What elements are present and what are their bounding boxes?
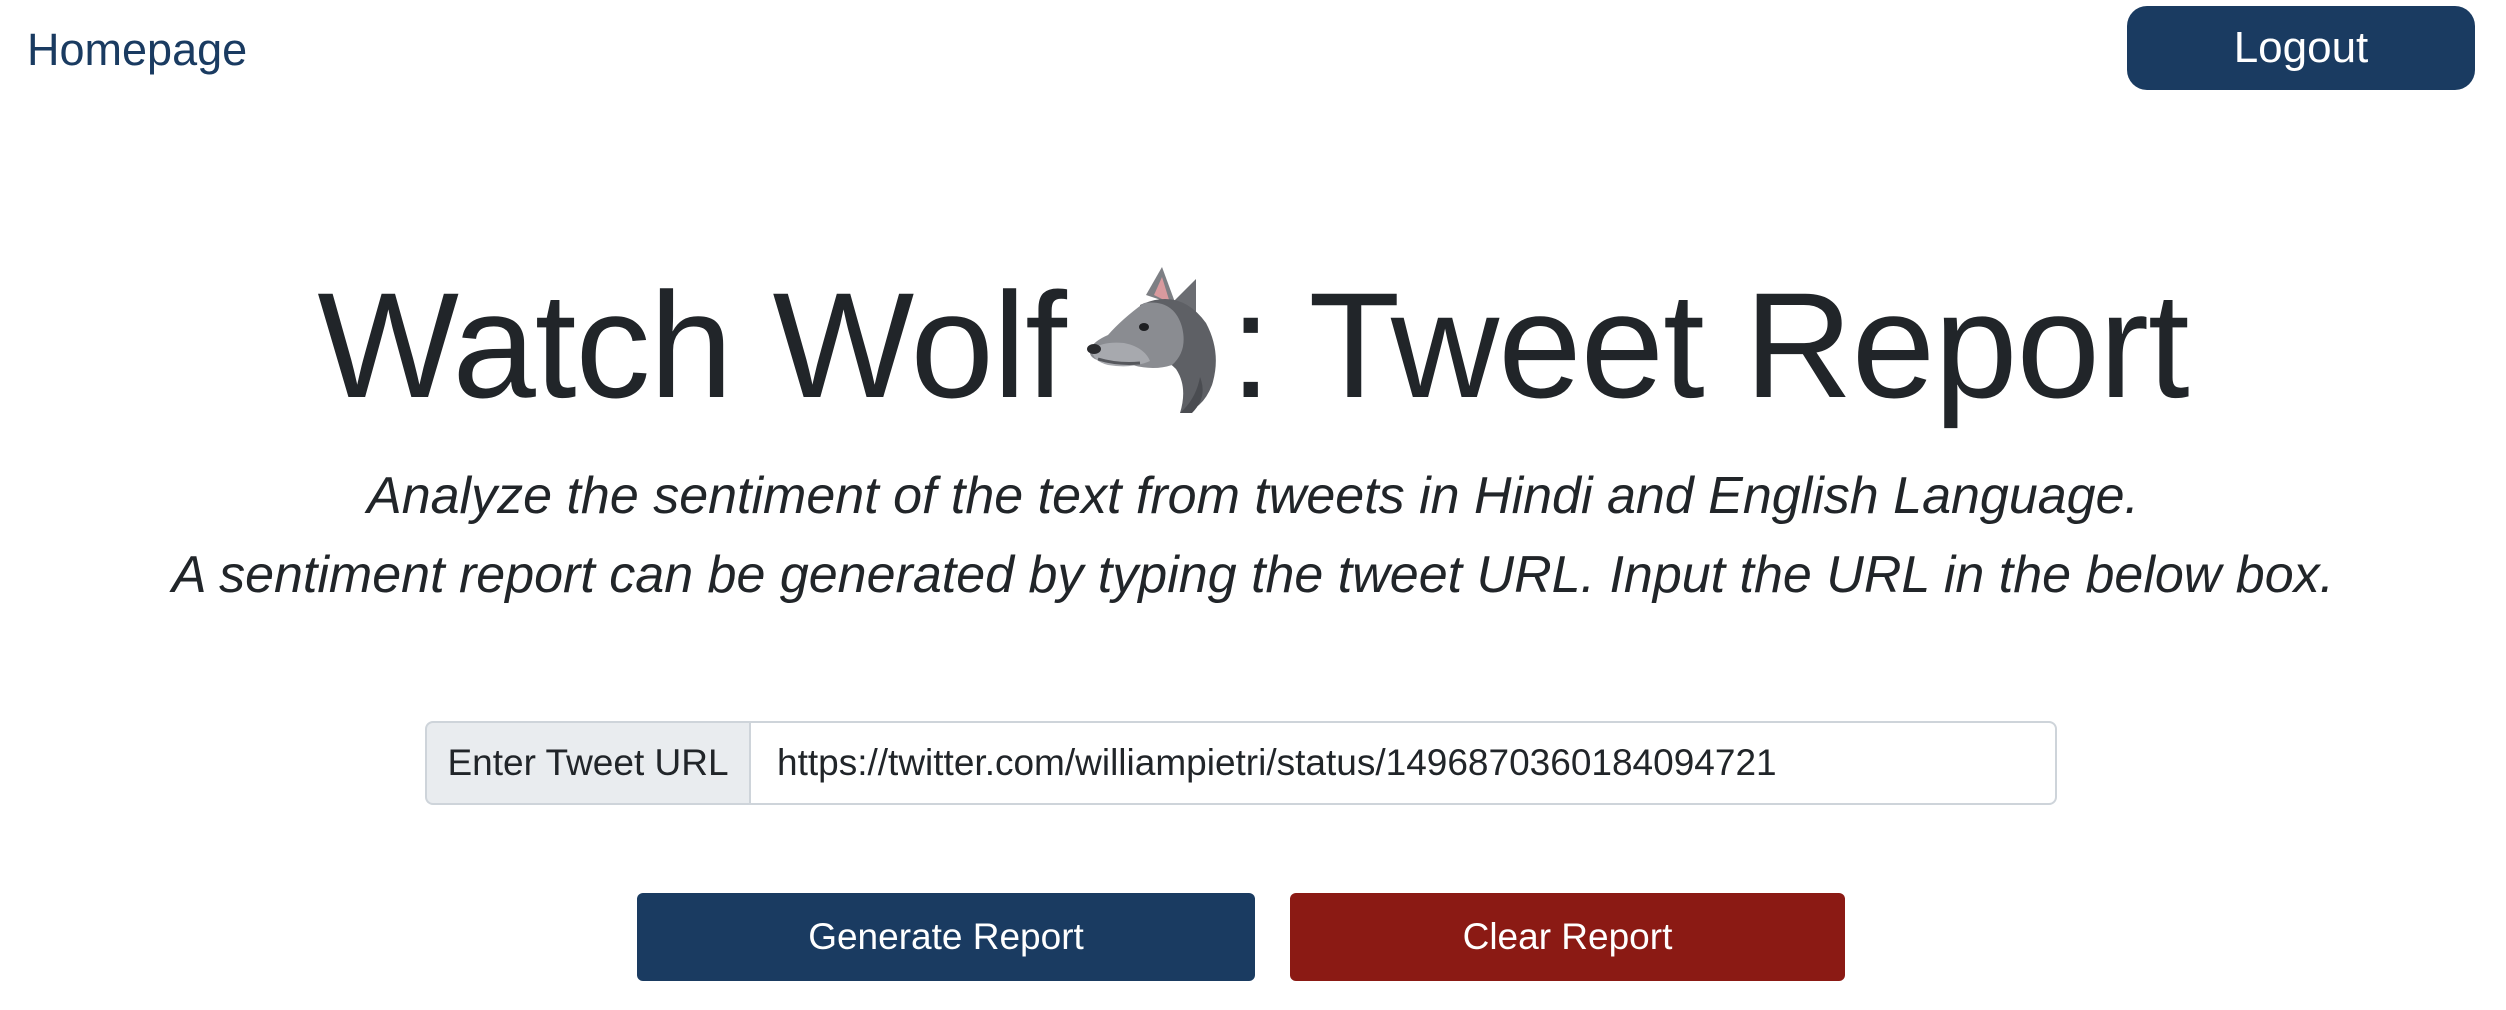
- tweet-url-input[interactable]: [749, 721, 2057, 805]
- title-text-after: : Tweet Report: [1229, 261, 2190, 429]
- wolf-icon: [1084, 265, 1224, 415]
- title-text-before: Watch Wolf: [317, 261, 1066, 429]
- page-title: Watch Wolf : Tweet Report: [0, 255, 2506, 435]
- homepage-link[interactable]: Homepage: [27, 22, 247, 78]
- page: Homepage Logout Watch Wolf : Tweet Repor…: [0, 0, 2506, 1010]
- url-input-label: Enter Tweet URL: [425, 721, 749, 805]
- logout-button[interactable]: Logout: [2127, 6, 2475, 90]
- generate-report-button[interactable]: Generate Report: [637, 893, 1255, 981]
- url-input-group: Enter Tweet URL: [425, 721, 2057, 805]
- subtitle-line-1: Analyze the sentiment of the text from t…: [367, 467, 2139, 525]
- subtitle-line-2: A sentiment report can be generated by t…: [171, 546, 2335, 604]
- clear-report-button[interactable]: Clear Report: [1290, 893, 1845, 981]
